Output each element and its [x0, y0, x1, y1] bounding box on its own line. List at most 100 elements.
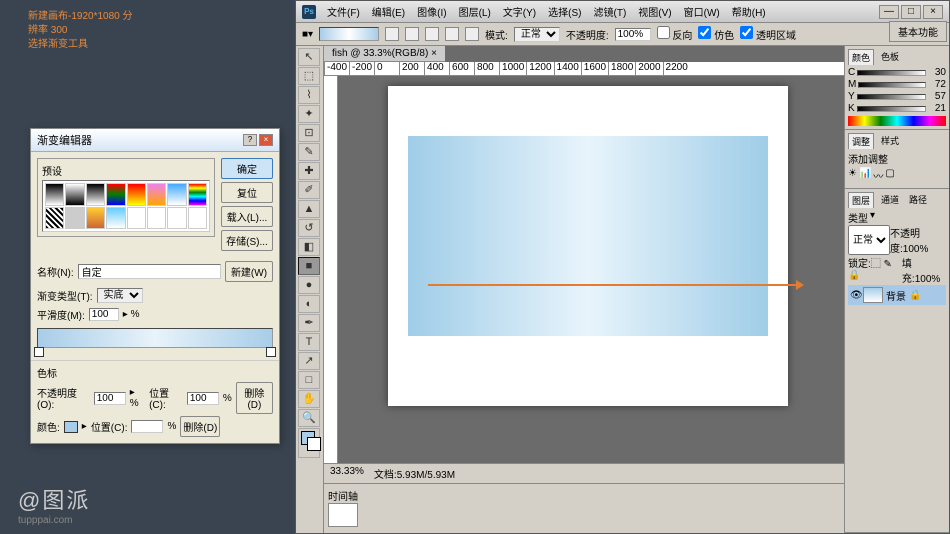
m-slider[interactable]	[858, 82, 926, 88]
swatches-tab[interactable]: 色板	[878, 49, 902, 65]
ok-button[interactable]: 确定	[221, 158, 273, 179]
preset-swatch[interactable]	[106, 183, 125, 206]
curves-icon[interactable]: 〰	[873, 168, 883, 183]
load-button[interactable]: 载入(L)...	[221, 206, 273, 227]
opacity-input[interactable]	[615, 28, 651, 41]
preset-swatch[interactable]	[86, 183, 105, 206]
visibility-icon[interactable]: 👁	[850, 290, 860, 301]
dialog-help-button[interactable]: ?	[243, 134, 257, 146]
blur-tool[interactable]: ●	[298, 276, 320, 294]
path-tool[interactable]: ↗	[298, 352, 320, 370]
workspace-switcher[interactable]: 基本功能	[889, 21, 947, 42]
y-slider[interactable]	[857, 94, 926, 100]
menu-select[interactable]: 选择(S)	[543, 3, 586, 20]
gradient-preview[interactable]	[319, 27, 379, 41]
preset-swatch[interactable]	[127, 207, 146, 230]
mode-select[interactable]: 正常	[514, 27, 560, 42]
layers-tab[interactable]: 图层	[848, 192, 874, 208]
preset-swatch[interactable]	[147, 183, 166, 206]
delete-stop-button[interactable]: 删除(D)	[236, 382, 273, 414]
menu-window[interactable]: 窗口(W)	[679, 3, 725, 20]
transparency-checkbox[interactable]: 透明区域	[740, 26, 796, 42]
reverse-checkbox[interactable]: 反向	[657, 26, 693, 42]
menu-help[interactable]: 帮助(H)	[727, 3, 771, 20]
reflected-gradient-button[interactable]	[445, 27, 459, 41]
blend-mode-select[interactable]: 正常	[848, 225, 890, 255]
diamond-gradient-button[interactable]	[465, 27, 479, 41]
stop-opacity-input[interactable]	[94, 392, 126, 405]
channels-tab[interactable]: 通道	[878, 192, 902, 208]
color-tab[interactable]: 颜色	[848, 49, 874, 65]
canvas-viewport[interactable]	[338, 76, 844, 463]
radial-gradient-button[interactable]	[405, 27, 419, 41]
eraser-tool[interactable]: ◧	[298, 238, 320, 256]
delete-stop-button2[interactable]: 删除(D)	[180, 416, 220, 437]
stop-location-input[interactable]	[187, 392, 219, 405]
gradient-tool[interactable]: ■	[298, 257, 320, 275]
gradient-bar[interactable]	[37, 328, 273, 348]
menu-filter[interactable]: 滤镜(T)	[589, 3, 632, 20]
frame-thumb[interactable]	[328, 503, 358, 527]
preset-swatch[interactable]	[86, 207, 105, 230]
adjust-tab[interactable]: 调整	[848, 133, 874, 149]
crop-tool[interactable]: ⊡	[298, 124, 320, 142]
c-slider[interactable]	[857, 70, 926, 76]
linear-gradient-button[interactable]	[385, 27, 399, 41]
preset-swatch[interactable]	[65, 207, 84, 230]
shape-tool[interactable]: □	[298, 371, 320, 389]
heal-tool[interactable]: ✚	[298, 162, 320, 180]
ps-titlebar[interactable]: Ps 文件(F) 编辑(E) 图像(I) 图层(L) 文字(Y) 选择(S) 滤…	[296, 1, 949, 23]
brush-tool[interactable]: ✐	[298, 181, 320, 199]
menu-view[interactable]: 视图(V)	[633, 3, 676, 20]
exposure-icon[interactable]: ▢	[885, 168, 894, 183]
preset-swatch[interactable]	[127, 183, 146, 206]
save-button[interactable]: 存储(S)...	[221, 230, 273, 251]
menu-image[interactable]: 图像(I)	[412, 3, 451, 20]
preset-swatch[interactable]	[188, 183, 207, 206]
preset-swatch[interactable]	[147, 207, 166, 230]
move-tool[interactable]: ↖	[298, 48, 320, 66]
window-minimize-button[interactable]: —	[879, 5, 899, 19]
marquee-tool[interactable]: ⬚	[298, 67, 320, 85]
window-close-button[interactable]: ×	[923, 5, 943, 19]
k-slider[interactable]	[857, 106, 926, 112]
dialog-close-button[interactable]: ×	[259, 134, 273, 146]
dialog-titlebar[interactable]: 渐变编辑器 ? ×	[31, 129, 279, 152]
menu-file[interactable]: 文件(F)	[322, 3, 365, 20]
cancel-button[interactable]: 复位	[221, 182, 273, 203]
stop-color-swatch[interactable]	[64, 421, 78, 433]
name-input[interactable]	[78, 264, 221, 279]
smoothness-input[interactable]	[89, 308, 119, 321]
new-button[interactable]: 新建(W)	[225, 261, 273, 282]
brightness-icon[interactable]: ☀	[848, 168, 857, 183]
angle-gradient-button[interactable]	[425, 27, 439, 41]
preset-swatch[interactable]	[65, 183, 84, 206]
dither-checkbox[interactable]: 仿色	[698, 26, 734, 42]
document-tab[interactable]: fish @ 33.3%(RGB/8) ×	[324, 46, 445, 62]
preset-swatch[interactable]	[45, 207, 64, 230]
levels-icon[interactable]: 📊	[859, 168, 871, 183]
lasso-tool[interactable]: ⌇	[298, 86, 320, 104]
menu-edit[interactable]: 编辑(E)	[367, 3, 410, 20]
preset-swatch[interactable]	[106, 207, 125, 230]
window-maximize-button[interactable]: □	[901, 5, 921, 19]
menu-layer[interactable]: 图层(L)	[454, 3, 496, 20]
eyedropper-tool[interactable]: ✎	[298, 143, 320, 161]
stamp-tool[interactable]: ▲	[298, 200, 320, 218]
color-picker[interactable]	[298, 428, 320, 458]
styles-tab[interactable]: 样式	[878, 133, 902, 149]
preset-swatch[interactable]	[167, 183, 186, 206]
pen-tool[interactable]: ✒	[298, 314, 320, 332]
hand-tool[interactable]: ✋	[298, 390, 320, 408]
gradient-type-select[interactable]: 实底	[97, 288, 143, 303]
paths-tab[interactable]: 路径	[906, 192, 930, 208]
color-ramp[interactable]	[848, 116, 946, 126]
zoom-tool[interactable]: 🔍	[298, 409, 320, 427]
history-brush-tool[interactable]: ↺	[298, 219, 320, 237]
dodge-tool[interactable]: ◐	[298, 295, 320, 313]
zoom-level[interactable]: 33.33%	[330, 466, 364, 481]
preset-swatch[interactable]	[188, 207, 207, 230]
preset-swatch[interactable]	[45, 183, 64, 206]
gradient-tool-icon[interactable]: ■▾	[302, 29, 313, 40]
layer-row[interactable]: 👁 背景 🔒	[848, 285, 946, 305]
